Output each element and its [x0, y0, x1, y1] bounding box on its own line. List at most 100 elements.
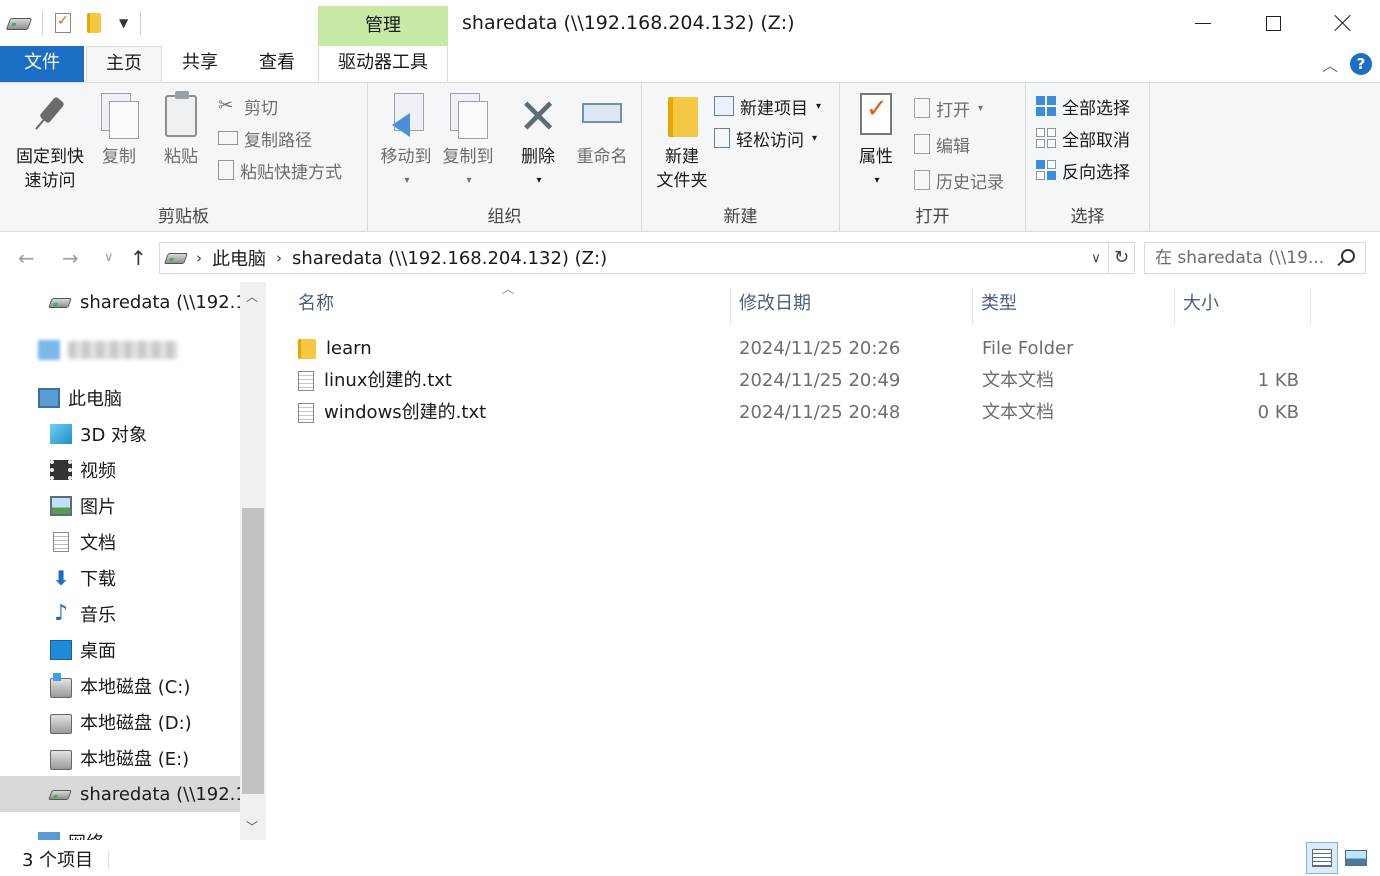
customize-toolbar-dropdown-icon[interactable]: ▼: [119, 16, 128, 30]
properties-icon[interactable]: [55, 12, 77, 34]
column-header-name[interactable]: 名称: [290, 282, 334, 326]
column-header-type[interactable]: 类型: [973, 282, 1017, 326]
file-type: 文本文档: [982, 402, 1054, 423]
drive-icon[interactable]: [5, 12, 33, 34]
sidebar-item-blurred[interactable]: [0, 332, 240, 368]
back-arrow-icon[interactable]: ←: [18, 246, 35, 270]
easy-access-button[interactable]: 轻松访问 ▾: [714, 123, 817, 153]
close-button[interactable]: [1308, 0, 1378, 46]
desktop-icon: [50, 640, 72, 660]
copy-path-label: 复制路径: [244, 130, 312, 151]
copy-button[interactable]: 复制: [94, 91, 144, 169]
breadcrumb-chevron-icon[interactable]: ›: [276, 249, 282, 267]
recent-locations-chevron-icon[interactable]: ∨: [104, 250, 114, 265]
cut-button[interactable]: ✂ 剪切: [218, 91, 278, 121]
scroll-up-icon[interactable]: ︿: [246, 288, 258, 305]
paste-shortcut-button[interactable]: 粘贴快捷方式: [218, 155, 342, 185]
invert-selection-button[interactable]: 反向选择: [1036, 155, 1130, 185]
paste-button[interactable]: 粘贴: [156, 91, 206, 169]
sidebar-item-pictures[interactable]: 图片: [0, 488, 240, 524]
group-select: 全部选择 全部取消 反向选择 选择: [1026, 83, 1150, 231]
sidebar-item-label: 本地磁盘 (C:): [80, 677, 191, 698]
sidebar-item-sharedata-quick[interactable]: sharedata (\\192.168.204.132) (Z:): [0, 284, 240, 320]
scrollbar-thumb[interactable]: [242, 508, 264, 794]
file-date: 2024/11/25 20:49: [739, 370, 901, 391]
select-all-icon: [1036, 96, 1056, 116]
file-name: linux创建的.txt: [324, 370, 452, 391]
breadcrumb-this-pc[interactable]: 此电脑: [212, 245, 266, 271]
ribbon-tabs: 文件 主页 共享 查看 驱动器工具 ︿ ?: [0, 46, 1380, 83]
sidebar-scrollbar[interactable]: ︿ ﹀: [240, 282, 266, 840]
new-item-label: 新建项目: [740, 98, 808, 119]
group-organize: 移动到 ▾ 复制到 ▾ ✕ 删除 ▾ 重命名 组织: [368, 83, 642, 231]
address-dropdown-icon[interactable]: ∨: [1084, 251, 1108, 266]
history-label: 历史记录: [936, 172, 1004, 193]
collapse-ribbon-icon[interactable]: ︿: [1322, 52, 1338, 76]
sidebar-item-sharedata[interactable]: sharedata (\\192.168.204.132) (Z:): [0, 776, 240, 812]
scroll-down-icon[interactable]: ﹀: [246, 818, 258, 835]
properties-button[interactable]: 属性 ▾: [848, 91, 904, 193]
select-none-button[interactable]: 全部取消: [1036, 123, 1130, 153]
delete-button[interactable]: ✕ 删除 ▾: [514, 91, 562, 193]
pin-quick-access-button[interactable]: 固定到快 速访问: [8, 91, 92, 193]
details-view-button[interactable]: [1306, 842, 1338, 874]
rename-button[interactable]: 重命名: [570, 91, 634, 169]
table-row[interactable]: windows创建的.txt 2024/11/25 20:48 文本文档 0 K…: [276, 397, 1316, 429]
column-divider[interactable]: [1310, 288, 1311, 324]
breadcrumb-current[interactable]: sharedata (\\192.168.204.132) (Z:): [292, 248, 607, 269]
minimize-button[interactable]: [1168, 0, 1238, 46]
column-header-date[interactable]: 修改日期: [731, 282, 811, 326]
delete-dropdown-icon: ▾: [536, 175, 542, 186]
sidebar-item-label: 下载: [80, 569, 116, 590]
select-all-button[interactable]: 全部选择: [1036, 91, 1130, 121]
history-button[interactable]: 历史记录: [914, 165, 1004, 195]
search-input[interactable]: [1155, 248, 1331, 268]
open-label: 打开: [936, 100, 970, 121]
sidebar-item-this-pc[interactable]: 此电脑: [0, 380, 240, 416]
large-icons-view-button[interactable]: [1340, 842, 1372, 874]
sidebar-item-3d-objects[interactable]: 3D 对象: [0, 416, 240, 452]
sidebar-item-network[interactable]: 网络: [0, 824, 240, 840]
open-button[interactable]: 打开 ▾: [914, 93, 983, 123]
tab-view[interactable]: 查看: [240, 46, 314, 82]
sidebar-item-documents[interactable]: 文档: [0, 524, 240, 560]
up-arrow-icon[interactable]: ↑: [130, 246, 147, 270]
table-row[interactable]: learn 2024/11/25 20:26 File Folder: [276, 333, 1316, 365]
sidebar-item-drive-d[interactable]: 本地磁盘 (D:): [0, 704, 240, 740]
search-box[interactable]: [1144, 242, 1366, 274]
new-item-button[interactable]: 新建项目 ▾: [714, 91, 821, 121]
tab-file[interactable]: 文件: [0, 46, 84, 82]
file-size: 1 KB: [1257, 370, 1299, 391]
sidebar-item-desktop[interactable]: 桌面: [0, 632, 240, 668]
forward-arrow-icon[interactable]: →: [62, 246, 79, 270]
toolbar-divider: [42, 11, 43, 35]
search-icon[interactable]: [1341, 249, 1355, 263]
column-header-size[interactable]: 大小: [1175, 282, 1219, 326]
copy-path-button[interactable]: 复制路径: [218, 123, 312, 153]
breadcrumb-chevron-icon[interactable]: ›: [196, 249, 202, 267]
sidebar-item-downloads[interactable]: ⬇ 下载: [0, 560, 240, 596]
move-to-button[interactable]: 移动到 ▾: [374, 91, 438, 193]
sidebar-item-drive-c[interactable]: 本地磁盘 (C:): [0, 668, 240, 704]
easy-access-label: 轻松访问: [736, 130, 804, 151]
refresh-icon[interactable]: ↻: [1108, 243, 1134, 273]
new-folder-icon[interactable]: [87, 12, 109, 34]
tab-home[interactable]: 主页: [86, 46, 162, 83]
tab-share[interactable]: 共享: [164, 46, 236, 82]
maximize-button[interactable]: [1238, 0, 1308, 46]
copy-to-button[interactable]: 复制到 ▾: [436, 91, 500, 193]
edit-button[interactable]: 编辑: [914, 129, 970, 159]
new-folder-button[interactable]: 新建 文件夹: [648, 91, 716, 193]
title-bar: ▼ 管理 sharedata (\\192.168.204.132) (Z:): [0, 0, 1380, 46]
sidebar-item-videos[interactable]: 视频: [0, 452, 240, 488]
address-bar[interactable]: › 此电脑 › sharedata (\\192.168.204.132) (Z…: [159, 242, 1135, 274]
sidebar-item-drive-e[interactable]: 本地磁盘 (E:): [0, 740, 240, 776]
network-drive-icon: [48, 292, 72, 312]
sidebar-item-music[interactable]: ♪ 音乐: [0, 596, 240, 632]
new-item-icon: [714, 96, 734, 116]
table-row[interactable]: linux创建的.txt 2024/11/25 20:49 文本文档 1 KB: [276, 365, 1316, 397]
help-icon[interactable]: ?: [1350, 53, 1372, 75]
blurred-label: [68, 341, 178, 359]
tab-drive-tools[interactable]: 驱动器工具: [318, 46, 448, 82]
tab-manage[interactable]: 管理: [318, 6, 448, 46]
